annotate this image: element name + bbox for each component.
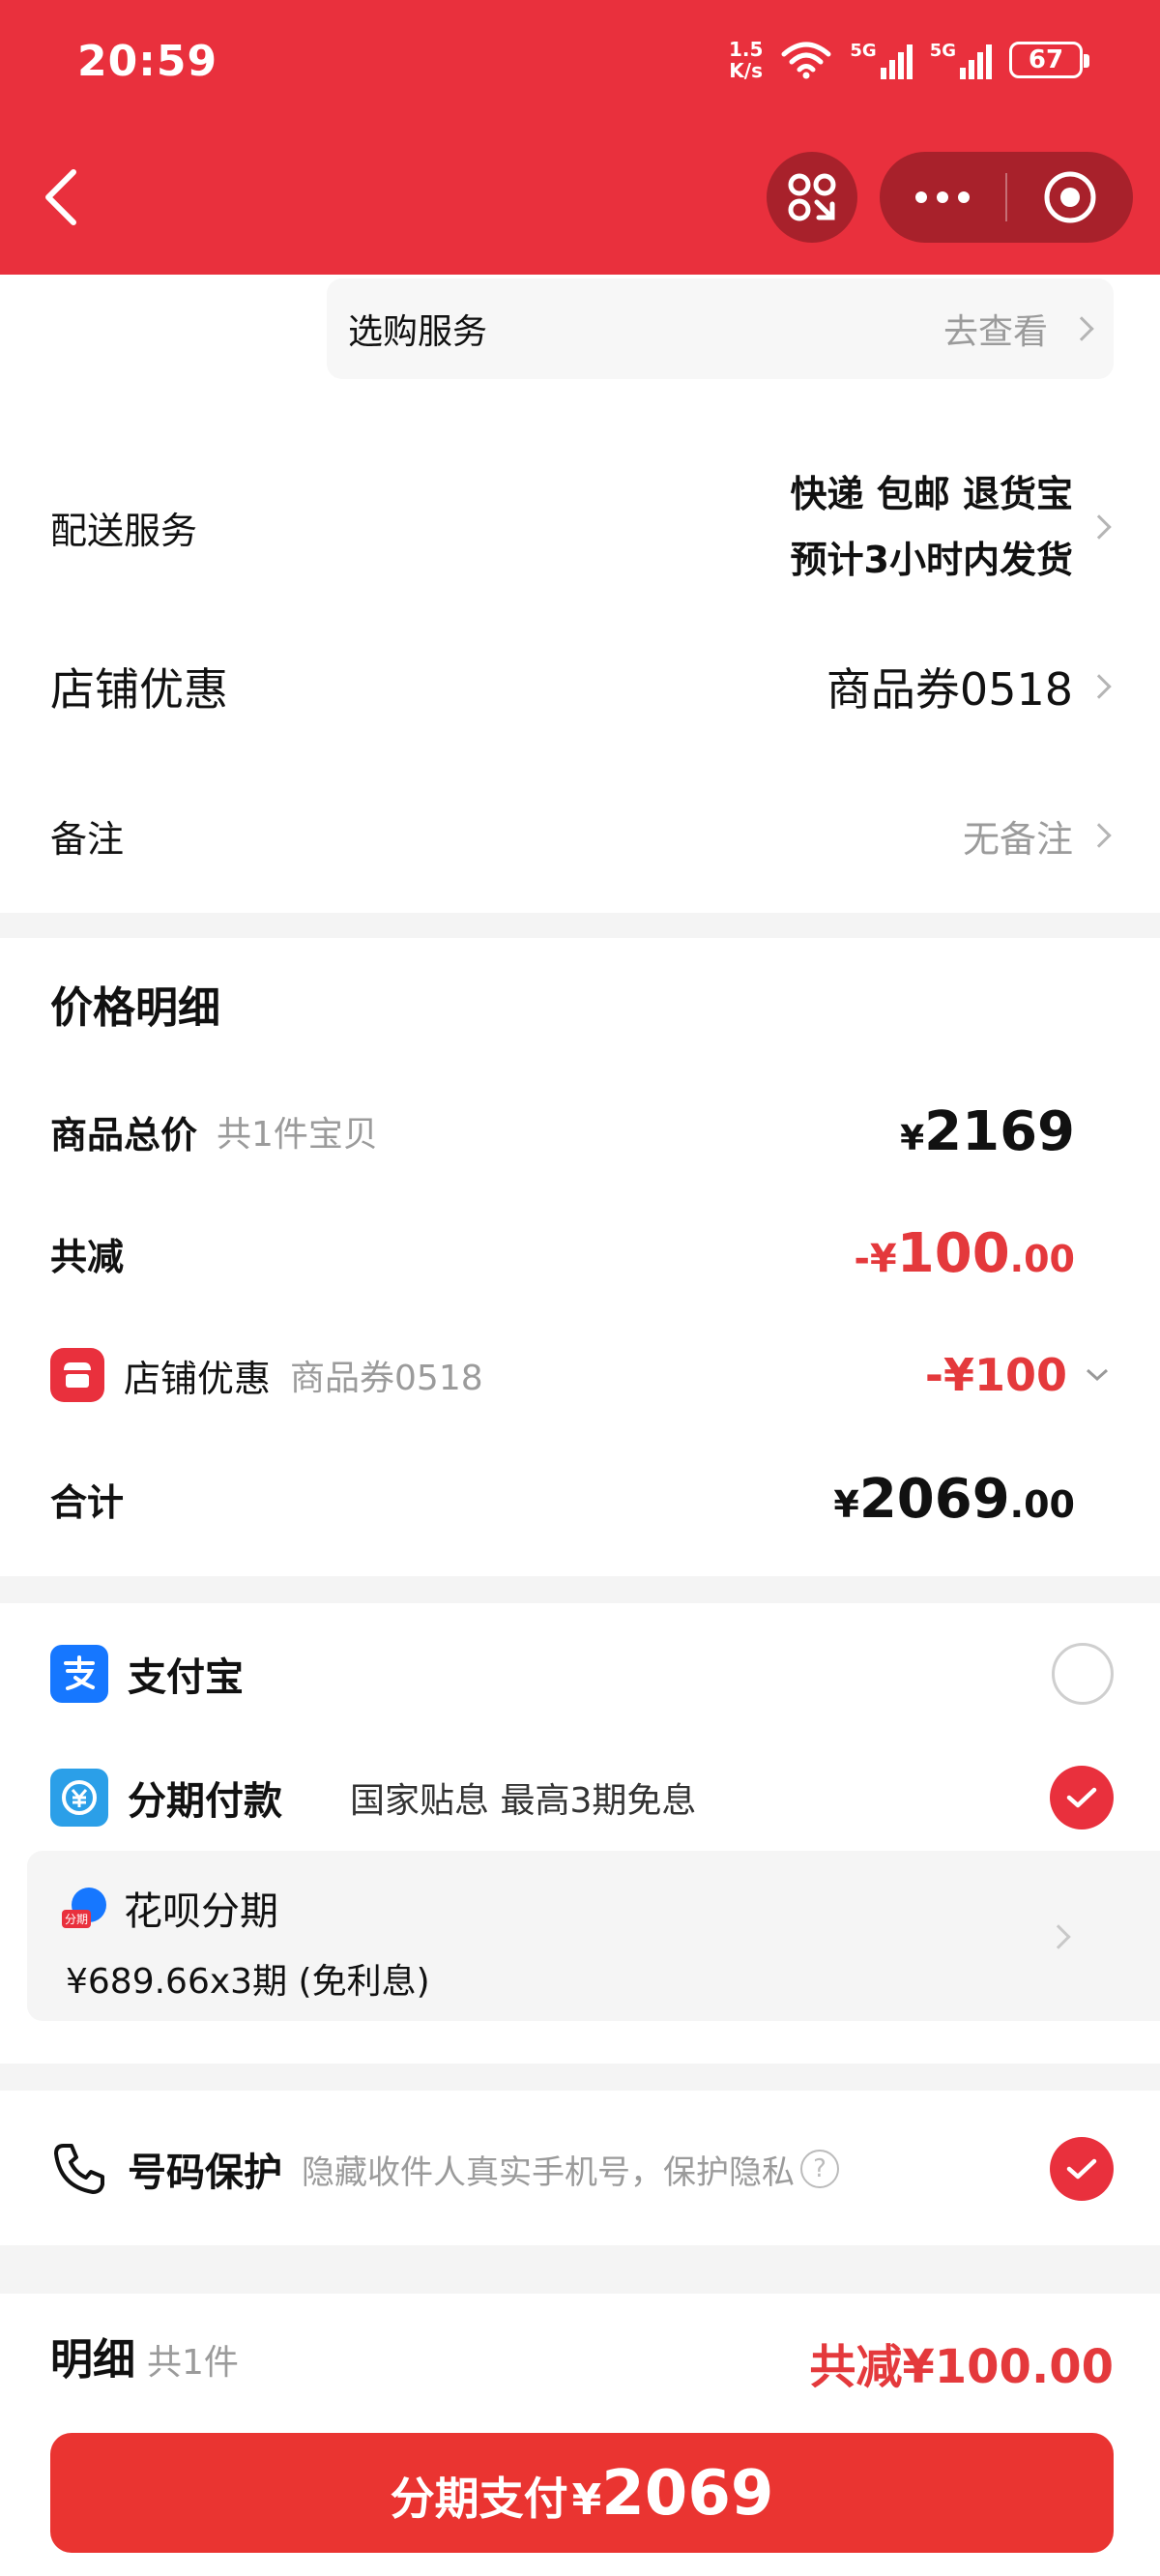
huabei-installment-option[interactable]: 分期 花呗分期 ¥689.66x3期 (免利息) [27,1851,1160,2021]
reduction-dec: .00 [1009,1237,1075,1280]
goods-total-label: 商品总价 [50,1113,198,1156]
installment-icon [50,1769,108,1827]
wifi-icon [781,42,831,79]
scan-icon [788,173,836,221]
total-int: 2069 [858,1467,1010,1531]
net-speed-value: 1.5 [728,38,764,61]
help-icon[interactable]: ? [800,2150,839,2188]
remark-value: 无备注 [962,817,1073,861]
goods-total-count: 共1件宝贝 [217,1115,378,1155]
total-label: 合计 [50,1480,125,1524]
shop-discount-value: 商品券0518 [826,663,1073,716]
scan-button[interactable] [767,152,857,243]
installment-pay-button[interactable]: 分期支付 ¥ 2069 [50,2433,1114,2553]
remark-label: 备注 [50,817,125,861]
total-dec: .00 [1009,1482,1075,1526]
total-currency: ¥ [833,1482,859,1526]
pay-button-amount: 2069 [601,2458,774,2530]
installment-option[interactable]: 分期付款 国家贴息 最高3期免息 [50,1758,1114,1837]
installment-label: 分期付款 [128,1779,282,1824]
alipay-radio[interactable] [1052,1643,1114,1705]
reduction-int: 100 [896,1221,1010,1285]
number-protection-checked[interactable] [1050,2137,1114,2201]
reduction-label: 共减 [50,1235,125,1278]
delivery-line2: 预计3小时内发货 [790,539,1073,581]
shop-discount-detail-amount: -¥100 [924,1349,1067,1401]
chevron-left-icon [45,169,76,225]
huabei-icon: 分期 [62,1888,106,1928]
shop-discount-detail-label: 店铺优惠 [124,1357,272,1400]
delivery-label: 配送服务 [50,509,198,552]
reduction-row: 共减 -¥100.00 [50,1215,1075,1292]
privacy-card: 号码保护 隐藏收件人真实手机号，保护隐私 ? [0,2091,1160,2245]
net-speed-unit: K/s [729,59,764,82]
status-icons: 1.5 K/s 5G 5G 67 [729,39,1089,81]
huabei-title: 花呗分期 [124,1889,278,1934]
alipay-label: 支付宝 [128,1655,244,1700]
shop-icon [50,1348,104,1402]
chevron-right-icon [1087,674,1112,699]
chevron-right-icon [1087,823,1112,848]
total-row: 合计 ¥2069.00 [50,1460,1075,1537]
alipay-option[interactable]: 支付宝 [50,1634,1114,1713]
service-card: 选购服务 去查看 配送服务 快递 包邮 退货宝 预计3小时内发货 店铺优惠 商品… [0,275,1160,913]
total-reduction: 共减¥100.00 [809,2340,1114,2394]
checkmark-icon [1066,1787,1097,1808]
chevron-down-icon [1086,1368,1109,1382]
reduction-prefix: -¥ [854,1236,897,1281]
alipay-icon [50,1645,108,1703]
chevron-right-icon [1046,1924,1071,1949]
back-button[interactable] [35,162,89,232]
goods-total-value: 2169 [924,1099,1075,1163]
delivery-service-row[interactable]: 配送服务 快递 包邮 退货宝 预计3小时内发货 [0,435,1160,619]
number-protection-row[interactable]: 号码保护 隐藏收件人真实手机号，保护隐私 ? [50,2129,1114,2209]
status-time: 20:59 [77,37,218,86]
payment-card: 支付宝 分期付款 国家贴息 最高3期免息 分期 花呗分期 ¥689.66x3期 … [0,1603,1160,2064]
number-protection-desc: 隐藏收件人真实手机号，保护隐私 [302,2152,795,2192]
phone-icon [54,2144,104,2194]
checkmark-icon [1066,2158,1097,2180]
battery-icon: 67 [1009,42,1089,78]
huabei-badge: 分期 [62,1910,92,1928]
signal-sim1-icon: 5G [850,41,913,79]
installment-note: 国家贴息 最高3期免息 [350,1781,697,1821]
goods-total-row: 商品总价 共1件宝贝 ¥2169 [50,1093,1075,1170]
more-dot-icon [958,191,970,203]
target-icon [1044,171,1096,223]
number-protection-label: 号码保护 [128,2151,282,2195]
shopping-service-row[interactable]: 选购服务 去查看 [327,278,1114,379]
signal-sim2-icon: 5G [930,41,992,79]
detail-summary[interactable]: 明细 共1件 [50,2325,239,2386]
installment-checked[interactable] [1050,1766,1114,1830]
shop-discount-label: 店铺优惠 [50,663,228,716]
price-detail-title: 价格明细 [50,983,220,1033]
shop-discount-row[interactable]: 店铺优惠 商品券0518 [0,632,1160,741]
close-miniapp-button[interactable] [1007,152,1133,243]
battery-level: 67 [1028,45,1064,74]
pay-button-currency: ¥ [571,2475,602,2525]
remark-row[interactable]: 备注 无备注 [0,787,1160,884]
huabei-detail: ¥689.66x3期 (免利息) [66,1962,430,2002]
detail-count: 共1件 [147,2343,239,2383]
chevron-right-icon [1069,316,1094,341]
shopping-service-label: 选购服务 [348,312,488,352]
miniapp-capsule [880,152,1133,243]
net-speed: 1.5 K/s [729,39,763,81]
more-dot-icon [937,191,948,203]
chevron-right-icon [1087,514,1112,540]
shop-discount-detail-row[interactable]: 店铺优惠 商品券0518 -¥100 [50,1334,1110,1416]
top-bar: 20:59 1.5 K/s 5G 5G 67 [0,0,1160,275]
goods-total-currency: ¥ [900,1118,925,1158]
shopping-service-action: 去查看 [942,312,1048,352]
delivery-line1: 快递 包邮 退货宝 [790,473,1073,515]
pay-button-label: 分期支付 [390,2473,568,2525]
shop-discount-detail-coupon: 商品券0518 [290,1359,483,1398]
more-dot-icon [915,191,927,203]
more-button[interactable] [880,152,1005,243]
price-detail-card: 价格明细 商品总价 共1件宝贝 ¥2169 共减 -¥100.00 店铺优惠 商… [0,938,1160,1576]
detail-label: 明细 [50,2335,135,2385]
